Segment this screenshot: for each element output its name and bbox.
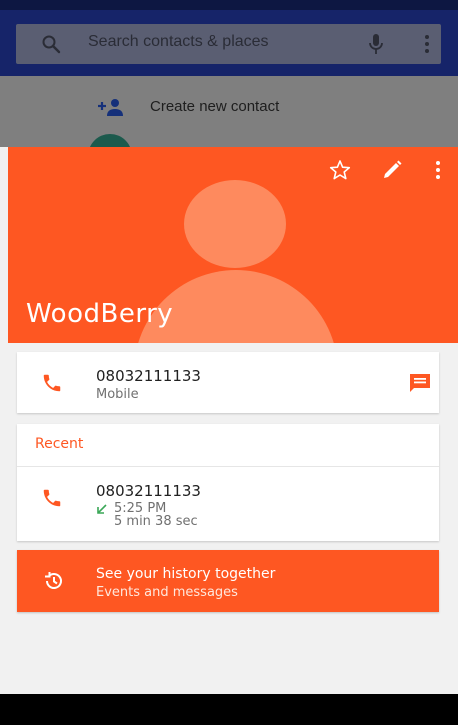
star-outline-icon[interactable] [329,159,351,181]
recent-call-number[interactable]: 08032111133 [96,482,201,500]
phone-icon[interactable] [41,487,63,509]
sheet-edge [0,147,8,694]
history-promo-card[interactable]: See your history together Events and mes… [17,550,439,612]
more-vert-icon[interactable] [423,34,431,54]
search-bar[interactable]: Search contacts & places [16,24,441,64]
phone-type: Mobile [96,387,139,402]
contact-name: WoodBerry [26,299,174,329]
edit-icon[interactable] [381,159,403,181]
create-new-contact-label: Create new contact [150,98,280,115]
phone-number[interactable]: 08032111133 [96,367,201,385]
more-vert-icon[interactable] [434,159,442,181]
person-add-icon [98,99,123,116]
phone-entry-card[interactable]: 08032111133 Mobile [17,352,439,413]
contact-header: WoodBerry [8,147,458,343]
contact-card-sheet: WoodBerry 08032111133 Mobile Recent 0803… [8,147,458,725]
divider [17,466,439,467]
history-title: See your history together [96,566,276,582]
recent-call-duration: 5 min 38 sec [114,514,198,529]
history-subtitle: Events and messages [96,585,238,600]
history-icon [45,572,62,589]
recent-calls-card: Recent 08032111133 5:25 PM 5 min 38 sec [17,424,439,541]
phone-icon[interactable] [41,372,63,394]
screen: Search contacts & places Create new cont… [0,0,458,725]
search-placeholder[interactable]: Search contacts & places [88,33,269,51]
incoming-call-arrow-icon [97,504,107,514]
recent-header: Recent [35,436,84,452]
search-icon[interactable] [41,34,61,54]
navigation-bar [0,694,458,725]
avatar-placeholder-head [184,180,286,268]
status-bar [0,0,458,10]
mic-icon[interactable] [366,33,386,55]
dialer-list-behind: Create new contact [0,76,458,178]
message-icon[interactable] [408,372,432,394]
